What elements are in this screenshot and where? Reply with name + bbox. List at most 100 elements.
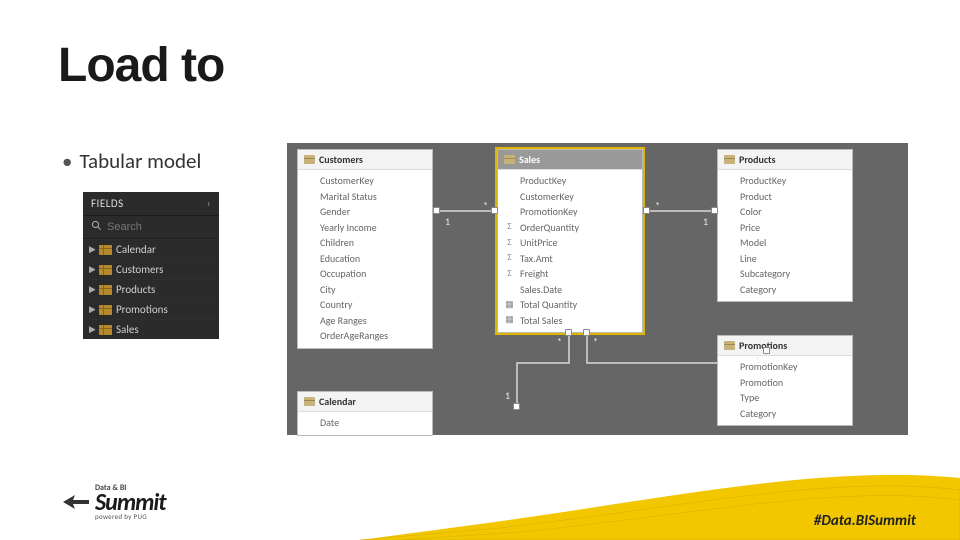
table-icon: [99, 245, 112, 255]
model-diagram[interactable]: Customers CustomerKey Marital Status Gen…: [287, 143, 908, 435]
entity-field[interactable]: Model: [718, 235, 852, 251]
entity-field[interactable]: ▦Total Sales: [498, 313, 642, 329]
entity-field[interactable]: ▦Total Quantity: [498, 297, 642, 313]
cardinality-one: 1: [445, 215, 450, 228]
fields-table-label: Products: [116, 283, 155, 296]
entity-header[interactable]: Sales: [498, 150, 642, 170]
entity-header[interactable]: Customers: [298, 150, 432, 170]
entity-field[interactable]: ProductKey: [718, 173, 852, 189]
entity-field[interactable]: Age Ranges: [298, 313, 432, 329]
entity-header[interactable]: Calendar: [298, 392, 432, 412]
entity-field[interactable]: ΣTax.Amt: [498, 251, 642, 267]
relationship-endpoint: [433, 207, 440, 214]
table-icon: [99, 265, 112, 275]
relationship-endpoint: [711, 207, 718, 214]
fields-header: FIELDS ›: [83, 192, 219, 216]
caret-right-icon: ▶: [89, 324, 95, 335]
fields-table-label: Sales: [116, 323, 139, 336]
sigma-icon: Σ: [504, 221, 515, 233]
fields-panel: FIELDS › ▶Calendar ▶Customers ▶Products …: [83, 192, 219, 339]
chevron-right-icon[interactable]: ›: [207, 197, 211, 210]
entity-customers[interactable]: Customers CustomerKey Marital Status Gen…: [297, 149, 433, 349]
entity-field[interactable]: PromotionKey: [498, 204, 642, 220]
hashtag-text: #Data.BISummit: [814, 512, 916, 530]
entity-field[interactable]: Country: [298, 297, 432, 313]
relationship-endpoint: [491, 207, 498, 214]
caret-right-icon: ▶: [89, 304, 95, 315]
table-icon: [99, 305, 112, 315]
entity-body: CustomerKey Marital Status Gender Yearly…: [298, 170, 432, 348]
fields-table-label: Customers: [116, 263, 163, 276]
fields-table-label: Promotions: [116, 303, 168, 316]
measure-icon: ▦: [504, 299, 515, 311]
fields-table-row[interactable]: ▶ Products: [83, 279, 219, 299]
entity-field[interactable]: Sales.Date: [498, 282, 642, 298]
relationship-endpoint: [583, 329, 590, 336]
caret-right-icon: ▶: [89, 284, 95, 295]
table-icon: [99, 325, 112, 335]
relationship-endpoint: [565, 329, 572, 336]
entity-title: Products: [739, 153, 776, 166]
entity-field[interactable]: Occupation: [298, 266, 432, 282]
entity-field[interactable]: Education: [298, 251, 432, 267]
entity-calendar[interactable]: Calendar Date: [297, 391, 433, 436]
sigma-icon: Σ: [504, 237, 515, 249]
relationship-endpoint: [763, 347, 770, 354]
entity-field[interactable]: Category: [718, 282, 852, 298]
bullet-row: • Tabular model: [62, 148, 201, 174]
entity-field[interactable]: ΣFreight: [498, 266, 642, 282]
entity-field[interactable]: OrderAgeRanges: [298, 328, 432, 344]
entity-field[interactable]: CustomerKey: [498, 189, 642, 205]
fields-table-row[interactable]: ▶ Sales: [83, 319, 219, 339]
arrow-icon: [63, 495, 89, 509]
entity-field[interactable]: Color: [718, 204, 852, 220]
entity-field[interactable]: CustomerKey: [298, 173, 432, 189]
entity-field[interactable]: Promotion: [718, 375, 852, 391]
entity-field[interactable]: Gender: [298, 204, 432, 220]
entity-field[interactable]: Date: [298, 415, 432, 431]
search-input[interactable]: [107, 221, 197, 233]
sigma-icon: Σ: [504, 252, 515, 264]
entity-header[interactable]: Promotions: [718, 336, 852, 356]
entity-title: Customers: [319, 153, 363, 166]
entity-field[interactable]: Marital Status: [298, 189, 432, 205]
search-icon: [91, 220, 102, 234]
entity-field[interactable]: ΣUnitPrice: [498, 235, 642, 251]
entity-field[interactable]: Line: [718, 251, 852, 267]
bullet-dot-icon: •: [62, 148, 72, 174]
entity-field[interactable]: PromotionKey: [718, 359, 852, 375]
entity-field[interactable]: Yearly Income: [298, 220, 432, 236]
search-row[interactable]: [83, 216, 219, 239]
summit-logo: Data & BI Summit powered by PUG: [63, 485, 166, 520]
cardinality-one: 1: [703, 215, 708, 228]
entity-body: ProductKey Product Color Price Model Lin…: [718, 170, 852, 301]
entity-promotions[interactable]: Promotions PromotionKey Promotion Type C…: [717, 335, 853, 426]
entity-sales[interactable]: Sales ProductKey CustomerKey PromotionKe…: [497, 149, 643, 333]
entity-field[interactable]: Subcategory: [718, 266, 852, 282]
fields-table-row[interactable]: ▶ Promotions: [83, 299, 219, 319]
entity-field[interactable]: Category: [718, 406, 852, 422]
table-icon: [504, 155, 515, 164]
table-icon: [724, 341, 735, 350]
fields-table-row[interactable]: ▶ Customers: [83, 259, 219, 279]
logo-line2: Summit: [95, 492, 166, 514]
entity-field[interactable]: ProductKey: [498, 173, 642, 189]
entity-field[interactable]: Price: [718, 220, 852, 236]
entity-field[interactable]: ΣOrderQuantity: [498, 220, 642, 236]
caret-right-icon: ▶: [89, 244, 95, 255]
fields-table-row[interactable]: ▶ Calendar: [83, 239, 219, 259]
bullet-text: Tabular model: [79, 148, 201, 174]
caret-right-icon: ▶: [89, 264, 95, 275]
cardinality-many: *: [593, 335, 598, 348]
entity-header[interactable]: Products: [718, 150, 852, 170]
entity-field[interactable]: Type: [718, 390, 852, 406]
measure-icon: ▦: [504, 314, 515, 326]
entity-title: Sales: [519, 153, 540, 166]
fields-table-label: Calendar: [116, 243, 156, 256]
entity-products[interactable]: Products ProductKey Product Color Price …: [717, 149, 853, 302]
entity-field[interactable]: City: [298, 282, 432, 298]
entity-body: ProductKey CustomerKey PromotionKey ΣOrd…: [498, 170, 642, 332]
entity-field[interactable]: Children: [298, 235, 432, 251]
entity-body: Date: [298, 412, 432, 435]
entity-field[interactable]: Product: [718, 189, 852, 205]
